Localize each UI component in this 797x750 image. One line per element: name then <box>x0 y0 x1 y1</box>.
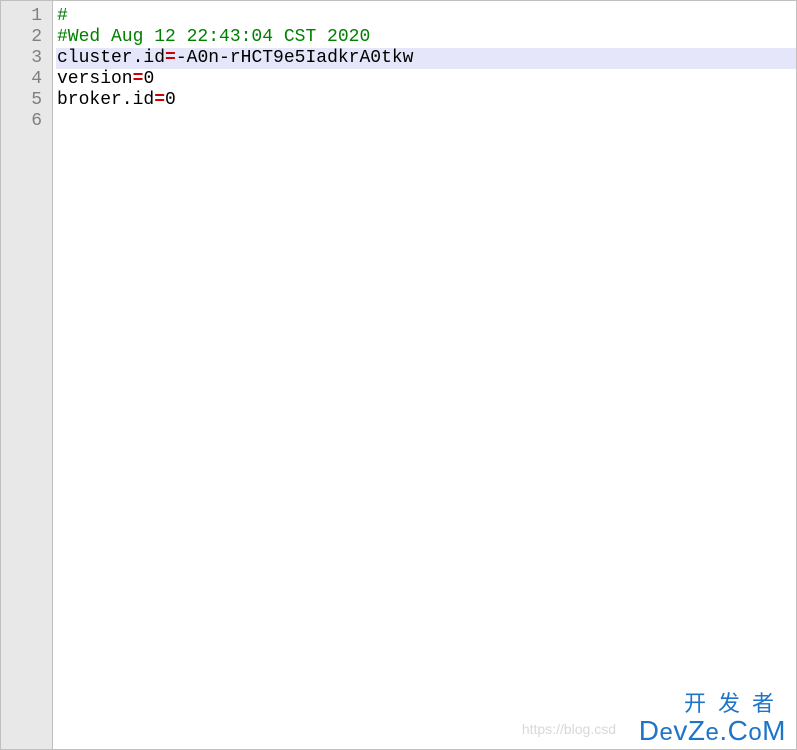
watermark-logo: 开发者 DevZe.CoM <box>639 692 786 747</box>
comment-text: # <box>57 6 68 26</box>
line-number: 3 <box>1 48 42 69</box>
line-number: 5 <box>1 90 42 111</box>
property-key: cluster.id <box>57 48 165 68</box>
property-key: version <box>57 69 133 89</box>
watermark-english: DevZe.CoM <box>639 716 786 747</box>
equals-sign: = <box>154 90 165 110</box>
property-value: -A0n-rHCT9e5IadkrA0tkw <box>176 48 414 68</box>
code-line-1[interactable]: # <box>56 6 796 27</box>
line-number: 1 <box>1 6 42 27</box>
line-number: 4 <box>1 69 42 90</box>
code-line-4[interactable]: version=0 <box>56 69 796 90</box>
equals-sign: = <box>165 48 176 68</box>
code-line-5[interactable]: broker.id=0 <box>56 90 796 111</box>
property-value: 0 <box>143 69 154 89</box>
property-key: broker.id <box>57 90 154 110</box>
watermark-chinese: 开发者 <box>639 692 786 716</box>
line-number-gutter: 1 2 3 4 5 6 <box>1 1 53 749</box>
line-number: 2 <box>1 27 42 48</box>
line-number: 6 <box>1 111 42 132</box>
code-line-3-active[interactable]: cluster.id=-A0n-rHCT9e5IadkrA0tkw <box>56 48 796 69</box>
code-line-2[interactable]: #Wed Aug 12 22:43:04 CST 2020 <box>56 27 796 48</box>
equals-sign: = <box>133 69 144 89</box>
property-value: 0 <box>165 90 176 110</box>
code-content-area[interactable]: # #Wed Aug 12 22:43:04 CST 2020 cluster.… <box>53 1 796 749</box>
watermark-faint-text: https://blog.csd <box>522 721 616 737</box>
code-line-6-empty[interactable] <box>56 111 796 132</box>
code-editor[interactable]: 1 2 3 4 5 6 # #Wed Aug 12 22:43:04 CST 2… <box>0 0 797 750</box>
comment-text: #Wed Aug 12 22:43:04 CST 2020 <box>57 27 370 47</box>
